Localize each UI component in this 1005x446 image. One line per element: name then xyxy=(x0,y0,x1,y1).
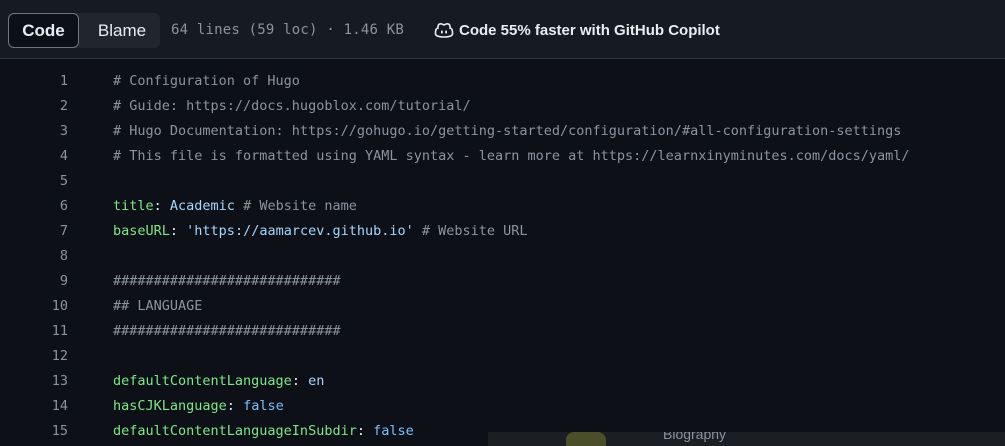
copilot-promo-label: Code 55% faster with GitHub Copilot xyxy=(459,21,720,39)
code-line: 10 ## LANGUAGE xyxy=(0,294,1005,319)
line-content: ## LANGUAGE xyxy=(113,294,202,319)
code-token: : xyxy=(356,423,374,439)
code-token: en xyxy=(308,373,325,389)
line-number[interactable]: 1 xyxy=(0,69,68,94)
line-number[interactable]: 2 xyxy=(0,94,68,119)
line-number[interactable]: 4 xyxy=(0,144,68,169)
code-line: 11 ############################ xyxy=(0,319,1005,344)
line-content: ############################ xyxy=(113,269,341,294)
code-token: false xyxy=(373,423,414,439)
code-token: 'https://aamarcev.github.io' xyxy=(186,223,414,239)
code-line: 1 # Configuration of Hugo xyxy=(0,69,1005,94)
code-token: defaultContentLanguage xyxy=(113,373,292,389)
line-content: baseURL: 'https://aamarcev.github.io' # … xyxy=(113,219,528,244)
code-line: 6 title: Academic # Website name xyxy=(0,194,1005,219)
code-token: # This file is formatted using YAML synt… xyxy=(113,148,910,164)
line-number[interactable]: 12 xyxy=(0,344,68,369)
code-line: 2 # Guide: https://docs.hugoblox.com/tuto… xyxy=(0,94,1005,119)
line-content: # This file is formatted using YAML synt… xyxy=(113,144,910,169)
line-content: hasCJKLanguage: false xyxy=(113,394,284,419)
code-token: ############################ xyxy=(113,273,341,289)
copilot-promo-link[interactable]: Code 55% faster with GitHub Copilot xyxy=(434,20,720,40)
code-line: 14 hasCJKLanguage: false xyxy=(0,394,1005,419)
line-number[interactable]: 10 xyxy=(0,294,68,319)
code-line: 3 # Hugo Documentation: https://gohugo.io… xyxy=(0,119,1005,144)
code-token: # Configuration of Hugo xyxy=(113,73,300,89)
line-number[interactable]: 8 xyxy=(0,244,68,269)
background-avatar xyxy=(566,432,606,446)
line-content: # Guide: https://docs.hugoblox.com/tutor… xyxy=(113,94,471,119)
code-token: baseURL xyxy=(113,223,170,239)
code-token: # Website URL xyxy=(413,223,528,239)
code-token: ############################ xyxy=(113,323,341,339)
code-line: 12 xyxy=(0,344,1005,369)
code-token: hasCJKLanguage xyxy=(113,398,227,414)
code-line: 5 xyxy=(0,169,1005,194)
line-number[interactable]: 6 xyxy=(0,194,68,219)
file-header-toolbar: Code Blame 64 lines (59 loc) · 1.46 KB C… xyxy=(0,0,1005,59)
code-token: # Website name xyxy=(234,198,357,214)
line-number[interactable]: 11 xyxy=(0,319,68,344)
view-mode-toggle: Code Blame xyxy=(8,13,160,48)
code-line: 4 # This file is formatted using YAML syn… xyxy=(0,144,1005,169)
code-token: title xyxy=(113,198,154,214)
line-number[interactable]: 7 xyxy=(0,219,68,244)
code-token: : xyxy=(226,398,244,414)
copilot-icon xyxy=(434,23,454,38)
line-number[interactable]: 14 xyxy=(0,394,68,419)
code-line: 8 xyxy=(0,244,1005,269)
line-content: ############################ xyxy=(113,319,341,344)
code-token: : xyxy=(169,223,187,239)
blame-tab-button[interactable]: Blame xyxy=(86,13,158,48)
code-token: false xyxy=(243,398,284,414)
code-line: 9 ############################ xyxy=(0,269,1005,294)
code-token: ## LANGUAGE xyxy=(113,298,203,314)
line-number[interactable]: 13 xyxy=(0,369,68,394)
line-content: title: Academic # Website name xyxy=(113,194,357,219)
code-token: : xyxy=(291,373,309,389)
code-token: # Hugo Documentation: https://gohugo.io/… xyxy=(113,123,902,139)
line-number[interactable]: 9 xyxy=(0,269,68,294)
line-number[interactable]: 15 xyxy=(0,419,68,444)
line-number[interactable]: 3 xyxy=(0,119,68,144)
code-view[interactable]: 1 # Configuration of Hugo 2 # Guide: https:… xyxy=(0,59,1005,446)
file-info: 64 lines (59 loc) · 1.46 KB xyxy=(171,22,404,38)
line-number[interactable]: 5 xyxy=(0,169,68,194)
background-window-strip: Biography xyxy=(488,432,1005,446)
line-content: defaultContentLanguageInSubdir: false xyxy=(113,419,414,444)
code-line: 7 baseURL: 'https://aamarcev.github.io' #… xyxy=(0,219,1005,244)
code-line: 13 defaultContentLanguage: en xyxy=(0,369,1005,394)
code-tab-button[interactable]: Code xyxy=(8,13,79,48)
background-biography-text: Biography xyxy=(663,432,727,442)
code-token: # Guide: https://docs.hugoblox.com/tutor… xyxy=(113,98,471,114)
code-token: Academic xyxy=(169,198,235,214)
line-content: defaultContentLanguage: en xyxy=(113,369,324,394)
line-content: # Hugo Documentation: https://gohugo.io/… xyxy=(113,119,901,144)
code-token: : xyxy=(153,198,170,214)
line-content: # Configuration of Hugo xyxy=(113,69,300,94)
code-token: defaultContentLanguageInSubdir xyxy=(113,423,357,439)
